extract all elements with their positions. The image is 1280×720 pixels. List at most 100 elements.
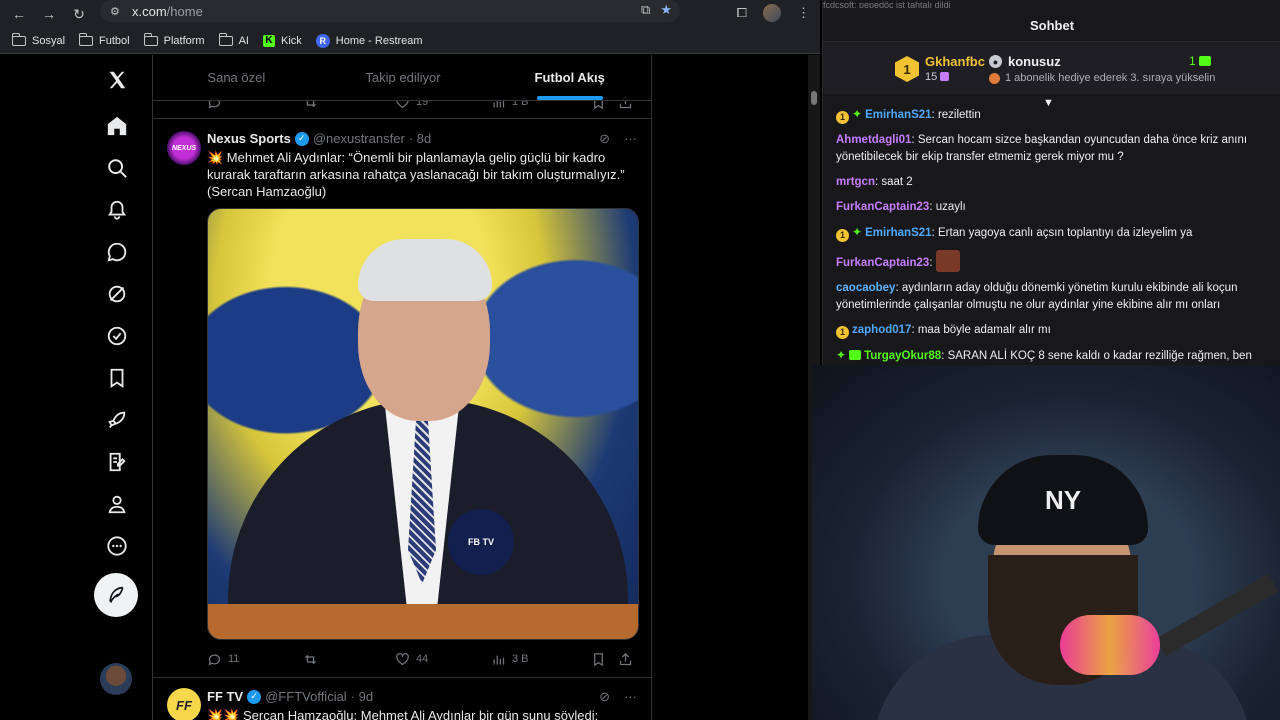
- bookmarks-bar: Sosyal Futbol Platform AI K Kick R Home - …: [0, 28, 820, 54]
- subscriber-badge-icon: 1: [836, 111, 849, 124]
- grok-icon[interactable]: [104, 281, 130, 307]
- bookmark-restream[interactable]: R Home - Restream: [315, 33, 423, 48]
- bookmark-kick[interactable]: K Kick: [262, 34, 302, 47]
- bookmark-label: AI: [238, 34, 249, 47]
- chat-username[interactable]: EmirhanS21: [865, 227, 931, 239]
- tweet-author-handle[interactable]: @nexustransfer: [313, 131, 405, 146]
- grok-explain-icon[interactable]: ⊘: [599, 131, 610, 147]
- extensions-icon[interactable]: ⧠: [737, 5, 747, 21]
- leader-count-value: 15: [925, 71, 938, 83]
- sparkle-badge-icon: ✦: [836, 348, 847, 362]
- gift-leaderboard[interactable]: 1 Gkhanfbc 15 ● konusuz 1 1 abonelik hed…: [823, 42, 1280, 94]
- compose-post-button[interactable]: [94, 573, 138, 617]
- address-bar[interactable]: ⚙ x.com/home ⧉ ★: [100, 0, 680, 22]
- share-action[interactable]: [618, 652, 633, 667]
- profile-avatar[interactable]: [763, 4, 781, 22]
- tweet-header: Nexus Sports ✓ @nexustransfer · 8d: [207, 131, 431, 146]
- rocket-icon[interactable]: [104, 407, 130, 433]
- chat-username[interactable]: EmirhanS21: [865, 109, 931, 121]
- tweet-time[interactable]: · 9d: [351, 689, 373, 704]
- restream-icon: R: [315, 33, 330, 48]
- reply-count: 11: [228, 653, 240, 665]
- tweet-header: FF TV ✓ @FFTVofficial · 9d: [207, 689, 373, 704]
- gift-icon: [989, 72, 1000, 84]
- gift-prompt: 1 abonelik hediye ederek 3. sıraya yükse…: [989, 72, 1215, 84]
- tweet-actions: 11 44 3 B: [207, 650, 639, 668]
- chat-message-text: uzaylı: [935, 201, 966, 213]
- tweet-menu: ⊘ ···: [599, 689, 637, 705]
- folder-icon: [79, 32, 94, 46]
- site-info-icon[interactable]: ⚙: [110, 5, 126, 18]
- bookmark-sosyal[interactable]: Sosyal: [12, 32, 65, 47]
- rank-badge: 1: [895, 56, 919, 82]
- chat-separator: :: [929, 257, 936, 269]
- tweet-more-icon[interactable]: ···: [624, 689, 637, 705]
- folder-icon: [12, 32, 26, 46]
- premium-icon[interactable]: [104, 323, 130, 349]
- chat-message-text: maa böyle adamalr alır mı: [917, 324, 1051, 336]
- home-icon[interactable]: [104, 113, 130, 139]
- messages-icon[interactable]: [104, 239, 130, 265]
- tweet-more-icon[interactable]: ···: [624, 131, 637, 147]
- heart-icon: [396, 652, 409, 665]
- tab-for-you[interactable]: Sana özel: [153, 55, 320, 100]
- bookmark-ai[interactable]: AI: [218, 32, 249, 47]
- bookmarks-icon[interactable]: [104, 365, 130, 391]
- chat-username[interactable]: FurkanCaptain23: [836, 257, 929, 269]
- tweet-image[interactable]: FB TV: [207, 208, 639, 640]
- rgb-microphone: [1060, 615, 1160, 675]
- forward-button[interactable]: →: [34, 4, 64, 24]
- tweet-author-avatar[interactable]: FF: [167, 688, 201, 720]
- x-logo-icon[interactable]: [104, 67, 130, 93]
- grok-explain-icon[interactable]: ⊘: [599, 689, 610, 705]
- chat-message: 1 ✦ EmirhanS21: Ertan yagoya canlı açsın t…: [836, 224, 1266, 242]
- chat-message: mrtgcn: saat 2: [836, 174, 1266, 191]
- chat-message-text: Ertan yagoya canlı açsın toplantıyı da i…: [937, 227, 1193, 239]
- articles-icon[interactable]: [104, 449, 130, 475]
- chat-username[interactable]: mrtgcn: [836, 176, 875, 188]
- verified-badge-icon: ✓: [294, 131, 309, 146]
- bookmark-platform[interactable]: Platform: [143, 32, 205, 47]
- bookmark-star-icon[interactable]: ★: [660, 2, 672, 18]
- bookmark-futbol[interactable]: Futbol: [79, 32, 130, 47]
- chat-message: caocaobey: aydınların aday olduğu dönemk…: [836, 280, 1266, 314]
- gift-icon: [940, 72, 950, 81]
- chat-username[interactable]: FurkanCaptain23: [836, 201, 929, 213]
- notifications-bell-icon[interactable]: [104, 197, 130, 223]
- tab-following[interactable]: Takip ediliyor: [320, 55, 487, 100]
- like-action[interactable]: 44: [395, 652, 491, 667]
- reply-icon: [208, 654, 221, 666]
- reply-action[interactable]: 11: [207, 652, 303, 667]
- install-app-icon[interactable]: ⧉: [641, 2, 650, 18]
- tweet-author-handle[interactable]: @FFTVofficial: [265, 689, 347, 704]
- second-leader-name: konusuz: [1008, 54, 1061, 69]
- profile-icon[interactable]: [104, 491, 130, 517]
- tweet-text: 💥💥 Sercan Hamzaoğlu: Mehmet Ali Aydınlar…: [207, 708, 599, 720]
- tab-futbol-akis[interactable]: Futbol Akış: [486, 55, 651, 100]
- bookmark-label: Platform: [163, 34, 205, 47]
- tweet-menu: ⊘ ···: [599, 131, 637, 147]
- chat-username[interactable]: caocaobey: [836, 282, 895, 294]
- repost-action[interactable]: [303, 652, 395, 667]
- browser-menu-icon[interactable]: ⋮: [797, 5, 810, 21]
- scrollbar-thumb[interactable]: [811, 91, 817, 105]
- like-count: 44: [416, 653, 429, 665]
- chat-username[interactable]: zaphod017: [852, 324, 911, 336]
- bookmark-action[interactable]: [591, 652, 606, 667]
- browser-toolbar: ← → ↻ ⚙ x.com/home ⧉ ★ ⧠ ⋮: [0, 0, 820, 28]
- views-chart-icon: [493, 655, 505, 664]
- reload-button[interactable]: ↻: [64, 4, 94, 24]
- tweet-author-avatar[interactable]: NEXUS: [167, 131, 201, 165]
- account-avatar[interactable]: [100, 663, 132, 695]
- fbtv-mic-badge: FB TV: [448, 509, 514, 575]
- tweet-author-name[interactable]: FF TV: [207, 689, 243, 704]
- views-action[interactable]: 3 B: [491, 652, 583, 667]
- tweet-time[interactable]: · 8d: [409, 131, 431, 146]
- bookmark-label: Futbol: [99, 34, 130, 47]
- tweet-author-name[interactable]: Nexus Sports: [207, 131, 291, 146]
- search-icon[interactable]: [104, 155, 130, 181]
- back-button[interactable]: ←: [4, 4, 34, 24]
- chat-username[interactable]: Ahmetdagli01: [836, 134, 911, 146]
- chat-username[interactable]: TurgayOkur88: [864, 350, 941, 362]
- more-icon[interactable]: [104, 533, 130, 559]
